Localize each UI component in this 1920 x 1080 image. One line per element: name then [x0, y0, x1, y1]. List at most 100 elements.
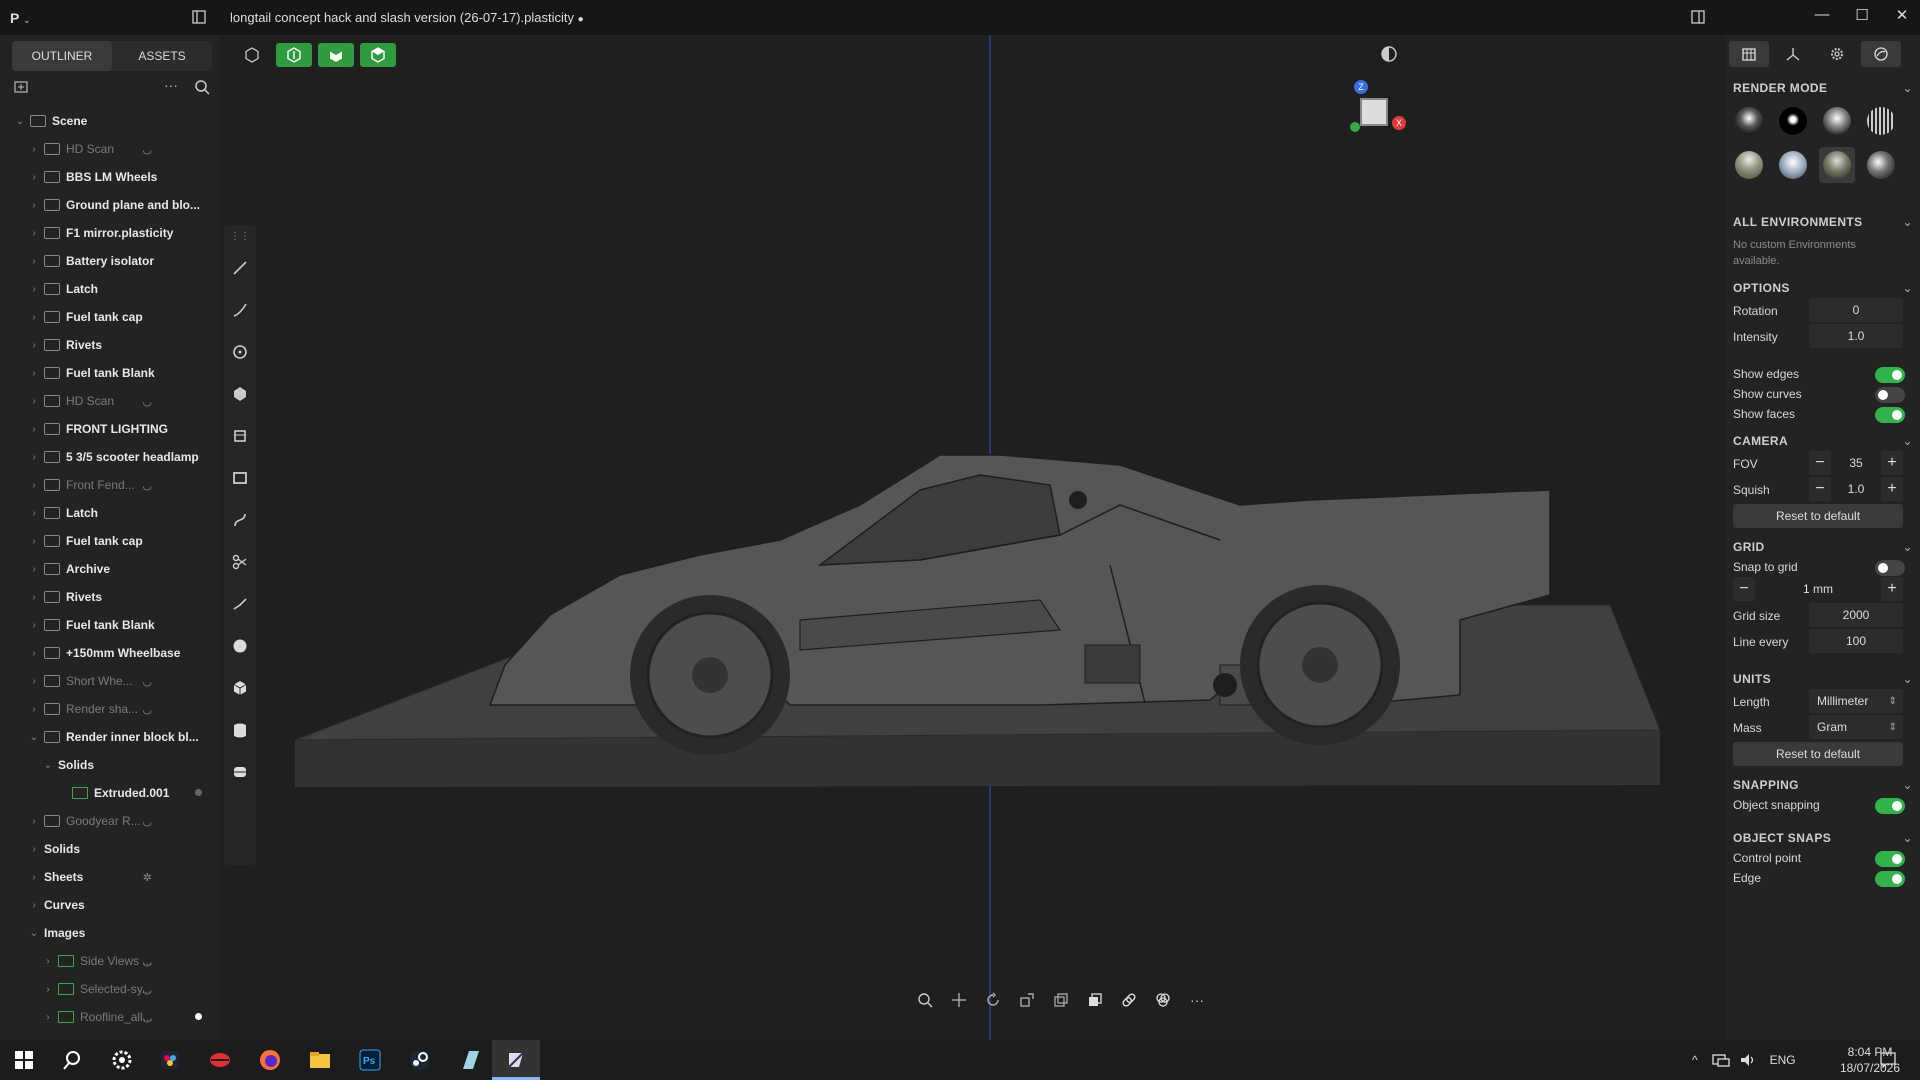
curve-tool-button[interactable] [224, 289, 256, 331]
outliner-row[interactable]: › Battery isolator [0, 247, 220, 275]
outliner-row[interactable]: › Solids [0, 835, 220, 863]
gizmo-cube[interactable] [1360, 98, 1388, 126]
squish-decrement-button[interactable]: − [1809, 477, 1831, 501]
outliner-row[interactable]: › Fuel tank Blank [0, 359, 220, 387]
render-swatch-1[interactable] [1735, 107, 1763, 135]
taskbar-app-explorer[interactable] [296, 1040, 344, 1080]
chevron-right-icon[interactable]: › [42, 984, 54, 995]
visibility-off-icon[interactable]: ✲ [143, 871, 152, 884]
chevron-right-icon[interactable]: › [28, 844, 40, 855]
tab-assets[interactable]: ASSETS [112, 41, 212, 71]
taskbar-app-plasticity[interactable] [492, 1040, 540, 1080]
3d-viewport[interactable]: Z X ⋮⋮ ··· [220, 35, 1725, 1040]
chevron-right-icon[interactable]: › [28, 340, 40, 351]
outliner-row[interactable]: ⌄ Images [0, 919, 220, 947]
notifications-icon[interactable] [1880, 1052, 1896, 1068]
hidden-eye-icon[interactable]: ◡ [142, 955, 152, 968]
taskbar-app-steam[interactable] [396, 1040, 444, 1080]
grid-header[interactable]: GRID ⌄ [1733, 540, 1913, 554]
app-menu-button[interactable]: P ⌄ [10, 10, 31, 26]
taskbar-app-red[interactable] [196, 1040, 244, 1080]
outliner-row[interactable]: › FRONT LIGHTING [0, 415, 220, 443]
hidden-eye-icon[interactable]: ◡ [142, 675, 152, 688]
hidden-eye-icon[interactable]: ◡ [142, 479, 152, 492]
grid-step-value[interactable]: 1 mm [1755, 582, 1881, 596]
hidden-eye-icon[interactable]: ◡ [142, 703, 152, 716]
rectangle-tool-button[interactable] [224, 457, 256, 499]
environments-header[interactable]: ALL ENVIRONMENTS ⌄ [1733, 215, 1913, 229]
chevron-right-icon[interactable]: › [28, 228, 40, 239]
language-indicator[interactable]: ENG [1770, 1053, 1796, 1067]
outliner-row[interactable]: › 5 3/5 scooter headlamp [0, 443, 220, 471]
chevron-right-icon[interactable]: › [28, 592, 40, 603]
tab-grid-view[interactable] [1729, 41, 1769, 67]
cylinder-tool-button[interactable] [224, 709, 256, 751]
text-tool-button[interactable] [224, 751, 256, 793]
outliner-row[interactable]: › Fuel tank cap [0, 527, 220, 555]
intensity-field[interactable]: 1.0 [1809, 324, 1903, 348]
outliner-row[interactable]: › Rivets [0, 583, 220, 611]
edge-toggle[interactable] [1875, 871, 1905, 887]
search-icon[interactable] [194, 79, 210, 95]
render-swatch-7[interactable] [1823, 151, 1851, 179]
outliner-row[interactable]: Extruded.001 [0, 779, 220, 807]
tab-settings[interactable] [1817, 41, 1857, 67]
squish-increment-button[interactable]: + [1881, 477, 1903, 501]
chevron-right-icon[interactable]: › [28, 200, 40, 211]
render-swatch-6[interactable] [1779, 151, 1807, 179]
chevron-right-icon[interactable]: › [28, 424, 40, 435]
rotation-field[interactable]: 0 [1809, 298, 1903, 322]
chevron-right-icon[interactable]: › [28, 480, 40, 491]
options-header[interactable]: OPTIONS ⌄ [1733, 281, 1913, 295]
gizmo-y-axis[interactable] [1350, 122, 1360, 132]
snap-to-grid-toggle[interactable] [1875, 560, 1905, 576]
chevron-down-icon[interactable]: ⌄ [42, 760, 54, 771]
chevron-right-icon[interactable]: › [28, 900, 40, 911]
chevron-right-icon[interactable]: › [28, 452, 40, 463]
render-swatch-8[interactable] [1867, 151, 1895, 179]
chevron-right-icon[interactable]: › [28, 872, 40, 883]
chevron-up-icon[interactable]: ^ [1692, 1053, 1698, 1067]
more-options-icon[interactable]: ··· [164, 77, 178, 93]
show-faces-toggle[interactable] [1875, 407, 1905, 423]
outliner-row[interactable]: › Short Whe... ◡ [0, 667, 220, 695]
hidden-eye-icon[interactable]: ◡ [142, 143, 152, 156]
hidden-eye-icon[interactable]: ◡ [142, 1011, 152, 1024]
search-taskbar-button[interactable] [48, 1040, 96, 1080]
sphere-tool-button[interactable] [224, 625, 256, 667]
chevron-right-icon[interactable]: › [28, 676, 40, 687]
tab-axes[interactable] [1773, 41, 1813, 67]
maximize-button[interactable]: ☐ [1842, 6, 1882, 28]
outliner-row[interactable]: › Fuel tank cap [0, 303, 220, 331]
circle-tool-button[interactable] [224, 331, 256, 373]
outliner-row[interactable]: › Goodyear R... ◡ [0, 807, 220, 835]
outliner-row[interactable]: ⌄ Solids [0, 751, 220, 779]
outliner-row[interactable]: › Sheets ✲ [0, 863, 220, 891]
chevron-down-icon[interactable]: ⌄ [14, 116, 26, 127]
taskbar-app-notes[interactable] [446, 1040, 494, 1080]
chevron-right-icon[interactable]: › [28, 312, 40, 323]
extrude-tool-button[interactable] [224, 415, 256, 457]
volume-icon[interactable] [1740, 1053, 1756, 1067]
duplicate-button[interactable] [1046, 986, 1076, 1014]
object-snapping-toggle[interactable] [1875, 798, 1905, 814]
view-gizmo[interactable]: Z X [1348, 80, 1406, 132]
polygon-tool-button[interactable] [224, 373, 256, 415]
outliner-row[interactable]: › Ground plane and blo... [0, 191, 220, 219]
chevron-right-icon[interactable]: › [28, 144, 40, 155]
grid-size-field[interactable]: 2000 [1809, 603, 1903, 627]
panel-toggle-icon[interactable] [192, 10, 206, 24]
outliner-row[interactable]: › BBS LM Wheels [0, 163, 220, 191]
control-point-toggle[interactable] [1875, 851, 1905, 867]
line-tool-button[interactable] [224, 247, 256, 289]
units-reset-button[interactable]: Reset to default [1733, 742, 1903, 766]
fillet-button[interactable] [1114, 986, 1144, 1014]
chevron-right-icon[interactable]: › [28, 284, 40, 295]
chevron-right-icon[interactable]: › [28, 564, 40, 575]
gizmo-z-axis[interactable]: Z [1354, 80, 1368, 94]
chevron-down-icon[interactable]: ⌄ [28, 732, 40, 743]
outliner-row[interactable]: › Front Fend... ◡ [0, 471, 220, 499]
network-icon[interactable] [1711, 1053, 1730, 1067]
outliner-row[interactable]: › Fuel tank Blank [0, 611, 220, 639]
camera-header[interactable]: CAMERA ⌄ [1733, 434, 1913, 448]
